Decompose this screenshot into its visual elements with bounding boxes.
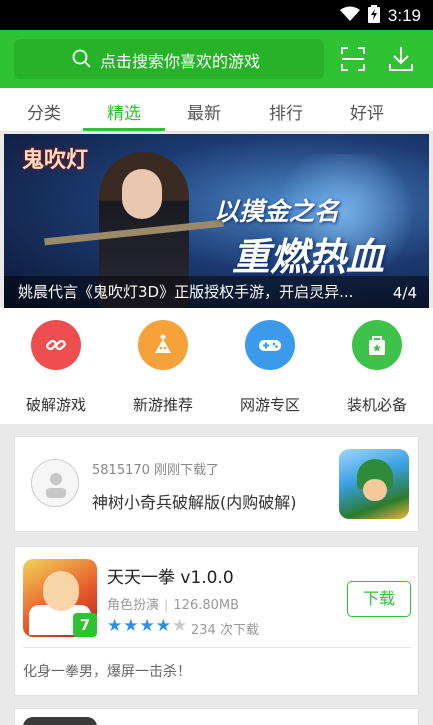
rating-stars: ★ ★ ★ ★ ★ xyxy=(107,617,187,635)
download-icon[interactable] xyxy=(386,44,416,74)
game-size: 126.80MB xyxy=(173,598,240,613)
wifi-icon xyxy=(339,6,360,26)
sparkle-icon xyxy=(138,320,188,370)
shortcut-online-games[interactable]: 网游专区 xyxy=(220,320,320,415)
shortcut-essentials[interactable]: 装机必备 xyxy=(327,320,427,415)
banner-slogan-line2: 重燃热血 xyxy=(232,235,385,279)
star-filled-icon: ★ xyxy=(107,616,123,636)
search-icon xyxy=(72,49,92,69)
recent-download-card[interactable]: 5815170 刚刚下载了 神树小奇兵破解版(内购破解) xyxy=(14,436,419,532)
banner-caption: 姚晨代言《鬼吹灯3D》正版授权手游，开启灵异... xyxy=(18,283,354,301)
search-placeholder: 点击搜索你喜欢的游戏 xyxy=(100,52,261,71)
shortcut-new-games[interactable]: 新游推荐 xyxy=(113,320,213,415)
bag-icon xyxy=(352,320,402,370)
tab-ranking[interactable]: 排行 xyxy=(256,99,316,124)
recent-download-user: 5815170 刚刚下载了 xyxy=(92,463,220,478)
gamepad-icon xyxy=(245,320,295,370)
shortcut-label: 装机必备 xyxy=(346,396,407,414)
tab-featured[interactable]: 精选 xyxy=(94,99,154,124)
banner-character-face xyxy=(122,169,162,219)
avatar xyxy=(31,459,79,507)
game-meta: 角色扮演 | 126.80MB xyxy=(107,594,239,613)
download-button[interactable]: 下载 xyxy=(347,581,411,617)
game-icon-head xyxy=(43,571,79,611)
game-list-item[interactable]: 7 天天一拳 v1.0.0 角色扮演 | 126.80MB ★ ★ ★ ★ ★ 234 次下… xyxy=(14,546,419,696)
star-filled-icon: ★ xyxy=(155,616,171,636)
banner-page-indicator: 4/4 xyxy=(392,284,417,302)
star-filled-icon: ★ xyxy=(139,616,155,636)
battery-icon xyxy=(367,5,380,27)
shortcut-grid: 破解游戏 新游推荐 网游专区 装机必备 xyxy=(0,308,433,424)
game-description: 化身一拳男，爆屏一击杀！ xyxy=(23,664,191,680)
scan-icon[interactable] xyxy=(338,44,368,74)
search-bar[interactable]: 点击搜索你喜欢的游戏 xyxy=(14,39,324,79)
star-empty-icon: ★ xyxy=(172,616,188,636)
tab-latest[interactable]: 最新 xyxy=(174,99,234,124)
link-icon xyxy=(31,320,81,370)
promo-banner[interactable]: 鬼吹灯 以摸金之名 重燃热血 姚晨代言《鬼吹灯3D》正版授权手游，开启灵异...… xyxy=(4,134,429,308)
next-game-icon xyxy=(23,717,97,725)
active-tab-indicator xyxy=(83,128,165,131)
category-tabs: 分类 精选 最新 排行 好评 xyxy=(0,88,433,132)
next-game-list-item[interactable] xyxy=(14,708,419,725)
game-category: 角色扮演 xyxy=(107,598,160,613)
shortcut-cracked-games[interactable]: 破解游戏 xyxy=(6,320,106,415)
banner-game-logo: 鬼吹灯 xyxy=(22,147,89,173)
game-badge: 7 xyxy=(73,613,97,637)
tab-category[interactable]: 分类 xyxy=(14,99,74,124)
divider xyxy=(23,647,412,648)
recent-game-thumbnail[interactable] xyxy=(339,449,409,519)
shortcut-label: 网游专区 xyxy=(239,396,300,414)
recent-download-game[interactable]: 神树小奇兵破解版(内购破解) xyxy=(92,489,297,513)
star-filled-icon: ★ xyxy=(123,616,139,636)
game-title[interactable]: 天天一拳 v1.0.0 xyxy=(107,563,234,588)
download-count: 234 次下载 xyxy=(191,623,259,638)
shortcut-label: 破解游戏 xyxy=(25,396,86,414)
app-header: 点击搜索你喜欢的游戏 xyxy=(0,30,433,88)
shortcut-label: 新游推荐 xyxy=(132,396,193,414)
meta-separator: | xyxy=(164,598,169,613)
clock: 3:19 xyxy=(387,6,421,25)
banner-slogan-line1: 以摸金之名 xyxy=(214,197,340,226)
thumbnail-face xyxy=(363,479,387,501)
tab-top-rated[interactable]: 好评 xyxy=(337,99,397,124)
status-bar: 3:19 xyxy=(0,0,433,30)
user-icon xyxy=(46,473,66,498)
